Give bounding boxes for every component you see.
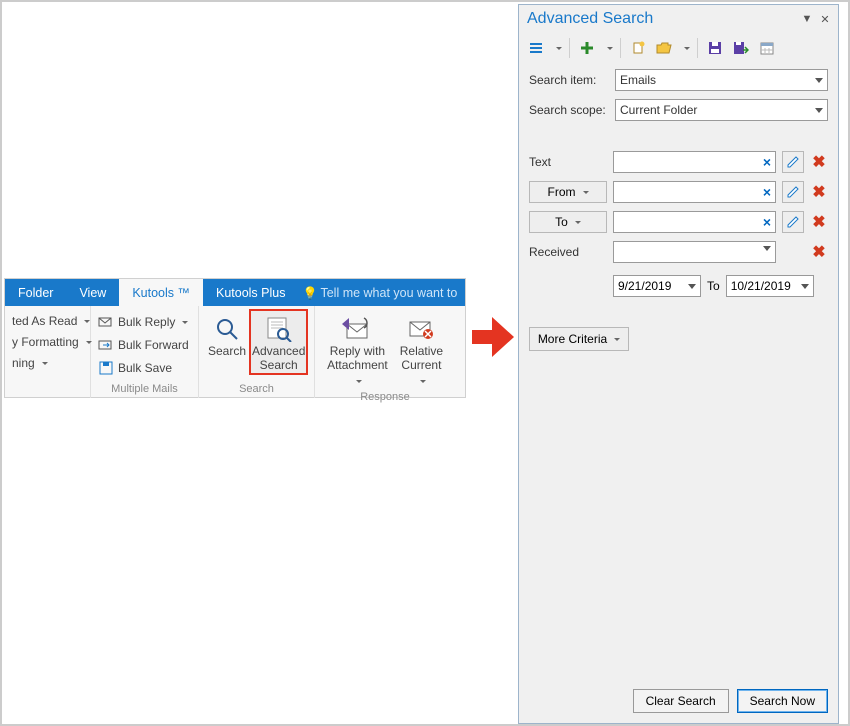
criteria-from-input[interactable]: × <box>613 181 776 203</box>
clear-x-icon[interactable]: × <box>763 184 771 200</box>
chevron-down-icon <box>182 321 188 324</box>
pencil-button[interactable] <box>782 181 804 203</box>
delete-criteria-button[interactable]: ✖ <box>810 242 828 262</box>
search-icon <box>211 314 243 344</box>
pencil-button[interactable] <box>782 211 804 233</box>
criteria-to-dd[interactable]: To <box>529 211 607 233</box>
panel-options-button[interactable]: ▼ <box>798 10 816 28</box>
open-folder-icon[interactable] <box>653 37 675 59</box>
criteria-text-input[interactable]: × <box>613 151 776 173</box>
tell-me-text: Tell me what you want to <box>320 286 457 300</box>
tab-kutools[interactable]: Kutools ™ <box>119 279 203 306</box>
new-file-icon[interactable] <box>627 37 649 59</box>
relative-current-button[interactable]: Relative Current <box>394 309 449 389</box>
group-title-multiple-mails: Multiple Mails <box>97 381 192 398</box>
panel-title: Advanced Search <box>527 10 798 28</box>
clear-search-button[interactable]: Clear Search <box>633 689 729 713</box>
criteria-received-label: Received <box>529 245 607 259</box>
search-now-button[interactable]: Search Now <box>737 689 828 713</box>
calendar-icon[interactable] <box>756 37 778 59</box>
advanced-search-icon <box>263 314 295 344</box>
tell-me-box[interactable]: Tell me what you want to <box>298 279 465 306</box>
advanced-search-button[interactable]: Advanced Search <box>249 309 308 375</box>
delete-criteria-button[interactable]: ✖ <box>810 152 828 172</box>
bulk-reply-button[interactable]: Bulk Reply <box>97 312 190 332</box>
criteria-text-label: Text <box>529 155 607 169</box>
date-from-picker[interactable]: 9/21/2019 <box>613 275 701 297</box>
ribbon-tabstrip: Folder View Kutools ™ Kutools Plus Tell … <box>5 279 465 306</box>
panel-toolbar <box>519 33 838 63</box>
pencil-button[interactable] <box>782 151 804 173</box>
outlook-ribbon: Folder View Kutools ™ Kutools Plus Tell … <box>4 278 466 398</box>
list-dropdown[interactable] <box>551 47 563 50</box>
save-icon[interactable] <box>704 37 726 59</box>
group-title-response: Response <box>321 389 449 406</box>
chevron-down-icon <box>763 246 771 251</box>
list-icon[interactable] <box>525 37 547 59</box>
advanced-search-panel: Advanced Search ▼ ✕ Search item: Emails <box>518 4 839 724</box>
open-dropdown[interactable] <box>679 47 691 50</box>
add-dropdown[interactable] <box>602 47 614 50</box>
tab-view[interactable]: View <box>66 279 119 306</box>
tab-folder[interactable]: Folder <box>5 279 66 306</box>
add-icon[interactable] <box>576 37 598 59</box>
delete-criteria-button[interactable]: ✖ <box>810 212 828 232</box>
chevron-down-icon <box>815 108 823 113</box>
bulk-forward-button[interactable]: Bulk Forward <box>97 335 190 355</box>
bulk-save-button[interactable]: Bulk Save <box>97 358 190 378</box>
search-item-select[interactable]: Emails <box>615 69 828 91</box>
search-item-label: Search item: <box>529 73 607 87</box>
search-scope-label: Search scope: <box>529 103 607 117</box>
reply-attachment-icon <box>341 314 373 344</box>
mail-icon <box>98 314 114 330</box>
chevron-down-icon <box>815 78 823 83</box>
ribbon-item-read[interactable]: ted As Read <box>11 312 93 330</box>
chevron-down-icon <box>42 362 48 365</box>
criteria-received-select[interactable] <box>613 241 776 263</box>
search-scope-select[interactable]: Current Folder <box>615 99 828 121</box>
panel-close-button[interactable]: ✕ <box>816 10 834 28</box>
clear-x-icon[interactable]: × <box>763 154 771 170</box>
ribbon-item-formatting[interactable]: y Formatting <box>11 333 93 351</box>
criteria-to-input[interactable]: × <box>613 211 776 233</box>
group-title-search: Search <box>205 381 308 398</box>
chevron-down-icon <box>84 320 90 323</box>
criteria-from-dd[interactable]: From <box>529 181 607 203</box>
save-as-icon[interactable] <box>730 37 752 59</box>
ribbon-item-ning[interactable]: ning <box>11 354 93 372</box>
search-button[interactable]: Search <box>205 309 249 375</box>
reply-attachment-button[interactable]: Reply with Attachment <box>321 309 394 389</box>
relative-current-icon <box>405 314 437 344</box>
bulb-icon <box>302 286 316 300</box>
tab-kutools-plus[interactable]: Kutools Plus <box>203 279 298 306</box>
save-icon <box>98 360 114 376</box>
date-to-picker[interactable]: 10/21/2019 <box>726 275 814 297</box>
date-to-label: To <box>707 279 720 293</box>
clear-x-icon[interactable]: × <box>763 214 771 230</box>
callout-arrow-icon <box>472 317 512 357</box>
mail-forward-icon <box>98 337 114 353</box>
delete-criteria-button[interactable]: ✖ <box>810 182 828 202</box>
more-criteria-button[interactable]: More Criteria <box>529 327 629 351</box>
